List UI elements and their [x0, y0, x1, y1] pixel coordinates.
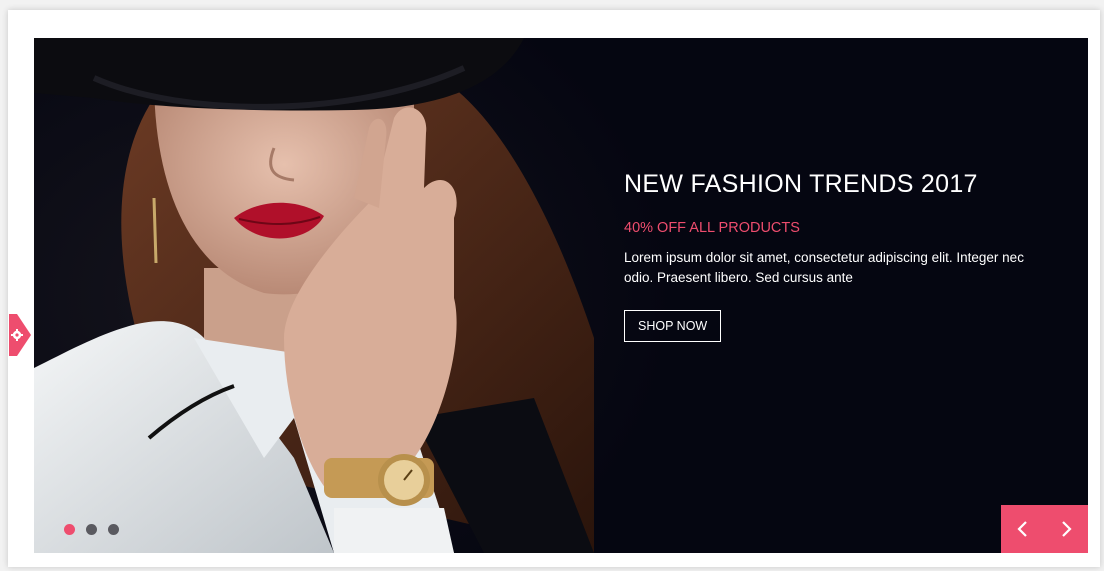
slide-title: NEW FASHION TRENDS 2017 — [624, 170, 978, 198]
slide-image — [34, 38, 674, 553]
slide-caption: NEW FASHION TRENDS 2017 40% OFF ALL PROD… — [624, 168, 1054, 342]
next-slide-button[interactable] — [1045, 505, 1089, 553]
chevron-left-icon — [1017, 521, 1027, 537]
slider-pagination — [64, 524, 119, 535]
pagination-dot[interactable] — [64, 524, 75, 535]
slider-navigation — [1001, 505, 1088, 553]
settings-tab[interactable] — [9, 314, 31, 356]
pagination-dot[interactable] — [86, 524, 97, 535]
shop-now-button[interactable]: SHOP NOW — [624, 310, 722, 342]
pagination-dot[interactable] — [108, 524, 119, 535]
settings-tab-shape — [9, 314, 31, 356]
slide-offer: 40% OFF ALL PRODUCTS — [624, 220, 800, 236]
slide-description: Lorem ipsum dolor sit amet, consectetur … — [624, 250, 1024, 285]
page: NEW FASHION TRENDS 2017 40% OFF ALL PROD… — [0, 0, 1104, 571]
prev-slide-button[interactable] — [1001, 505, 1045, 553]
chevron-right-icon — [1062, 521, 1072, 537]
hero-slider: NEW FASHION TRENDS 2017 40% OFF ALL PROD… — [34, 38, 1088, 553]
